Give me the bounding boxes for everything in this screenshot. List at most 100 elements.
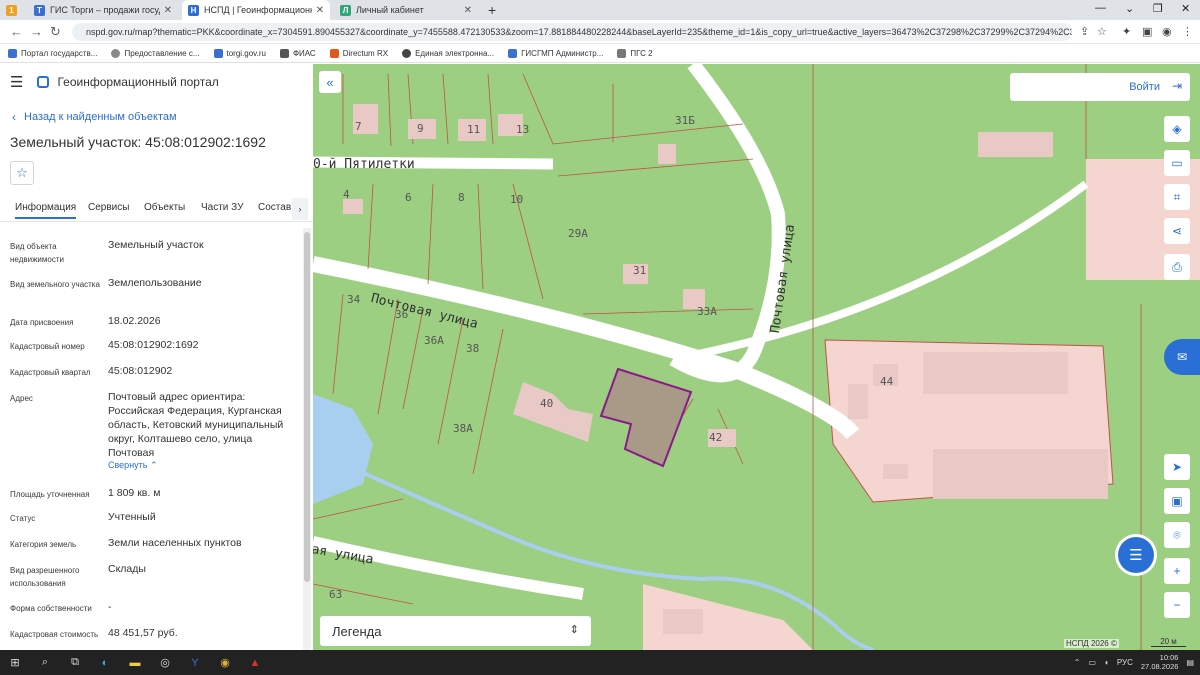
task-view-icon[interactable]: ⧉ (64, 654, 86, 672)
search-on-map-button[interactable]: ⌾ (1164, 522, 1190, 548)
favorite-star-button[interactable]: ☆ (10, 161, 34, 185)
tab-services[interactable]: Сервисы (88, 202, 129, 213)
tab-information[interactable]: Информация (15, 202, 77, 219)
minimize-icon[interactable]: — (1095, 2, 1106, 14)
house-number-label: 31 (633, 264, 647, 277)
tabs-next-button[interactable]: › (292, 198, 308, 220)
share-icon[interactable]: ⇪ (1080, 25, 1089, 38)
edge-icon[interactable]: ◐ (94, 654, 116, 672)
url-field[interactable]: nspd.gov.ru/map?thematic=PKK&coordinate_… (72, 23, 1072, 41)
field-label: Вид разрешенного использования (10, 566, 80, 588)
feedback-side-tab[interactable]: ✉ (1164, 339, 1200, 375)
gosuslugi-icon (8, 48, 17, 58)
bookmark-item[interactable]: Directum RX (329, 48, 389, 58)
scrollbar-thumb[interactable] (304, 232, 310, 582)
field-label: Форма собственности (10, 604, 92, 613)
search-icon[interactable]: ⌕ (34, 654, 56, 672)
yandex-icon[interactable]: Y (184, 654, 206, 672)
hamburger-menu-icon[interactable]: ☰ (10, 73, 23, 91)
gis-torgi-icon: Т (34, 4, 45, 16)
share-icon: ⋖ (1171, 224, 1183, 238)
minus-icon: − (1173, 598, 1181, 612)
tab-composition[interactable]: Состав (258, 202, 291, 213)
house-number-label: 7 (355, 120, 362, 133)
zoom-in-button[interactable]: + (1164, 558, 1190, 584)
extensions-icon[interactable]: ✦ (1122, 25, 1131, 38)
volume-icon[interactable]: ◖ (1104, 658, 1109, 667)
layers-icon: ◈ (1172, 122, 1182, 136)
close-window-icon[interactable]: ✕ (1181, 2, 1190, 15)
bookmark-item[interactable]: Единая электронна... (402, 48, 494, 58)
chevron-down-icon[interactable]: ⌄ (1125, 2, 1134, 15)
close-tab-icon[interactable]: ✕ (164, 5, 172, 16)
new-tab-button[interactable]: + (482, 0, 502, 20)
collapse-panel-button[interactable]: « (319, 71, 341, 93)
close-tab-icon[interactable]: ✕ (464, 5, 472, 16)
measure-button[interactable]: ▭ (1164, 150, 1190, 176)
chevron-up-icon[interactable]: ⌃ (1074, 658, 1081, 667)
back-nav-icon[interactable]: ← (10, 24, 23, 39)
chat-assistant-button[interactable]: ☰ (1118, 537, 1154, 573)
bookmark-star-icon[interactable]: ☆ (1097, 25, 1107, 38)
object-info-panel: ‹ Назад к найденным объектам Земельный у… (0, 100, 313, 650)
select-area-button[interactable]: ⌗ (1164, 184, 1190, 210)
maximize-icon[interactable]: ❐ (1153, 2, 1163, 15)
reload-icon[interactable]: ↻ (50, 24, 61, 40)
forward-nav-icon[interactable]: → (30, 24, 43, 39)
minimap-icon: ▣ (1171, 494, 1183, 508)
bookmark-item[interactable]: Предоставление с... (111, 48, 200, 58)
windows-start-icon[interactable]: ⊞ (4, 654, 26, 672)
bookmark-item[interactable]: ГИСГМП Администр... (508, 48, 603, 58)
close-tab-icon[interactable]: ✕ (316, 5, 324, 16)
file-explorer-icon[interactable]: ▬ (124, 654, 146, 672)
chevron-up-icon: ⌃ (150, 460, 158, 470)
collapse-address-link[interactable]: Свернуть ⌃ (108, 460, 158, 471)
panel-scrollbar[interactable] (303, 228, 311, 650)
back-to-results-link[interactable]: ‹ Назад к найденным объектам (12, 110, 177, 124)
legend-dropdown[interactable]: Легенда ⇕ (320, 616, 591, 646)
field-value: 45:08:012902 (108, 365, 173, 377)
browser-tab-3[interactable]: Л Личный кабинет ✕ (334, 0, 478, 20)
share-button[interactable]: ⋖ (1164, 218, 1190, 244)
bookmark-label: Портал государств... (21, 48, 98, 58)
bookmark-item[interactable]: Портал государств... (8, 48, 98, 58)
layers-button[interactable]: ◈ (1164, 116, 1190, 142)
field-label: Площадь уточненная (10, 490, 90, 499)
geolocate-button[interactable]: ➤ (1164, 454, 1190, 480)
sidepanel-icon[interactable]: ▣ (1142, 25, 1152, 38)
browser-menu-icon[interactable]: ⋮ (1182, 25, 1193, 38)
field-label: Кадастровый квартал (10, 368, 91, 377)
chrome-icon[interactable]: ◉ (214, 654, 236, 672)
house-number-label: 6 (405, 191, 412, 204)
bookmark-item[interactable]: torgi.gov.ru (213, 48, 266, 58)
zoom-out-button[interactable]: − (1164, 592, 1190, 618)
login-button[interactable]: Войти ⇥ (1010, 73, 1190, 101)
tab-menu-icon[interactable]: 1 (0, 0, 22, 20)
bookmark-label: Directum RX (342, 48, 389, 58)
tab-parts[interactable]: Части ЗУ (201, 202, 243, 213)
bookmark-label: ПГС 2 (630, 48, 653, 58)
minimap-button[interactable]: ▣ (1164, 488, 1190, 514)
field-value: Землепользование (108, 277, 202, 289)
house-number-label: 10 (510, 193, 524, 206)
chat-bubble-icon: ✉ (1176, 350, 1188, 364)
browser-tab-2[interactable]: Н НСПД | Геоинформационный п ✕ (182, 0, 330, 20)
profile-icon[interactable]: ◉ (1162, 25, 1172, 38)
print-button[interactable]: ⎙ (1164, 254, 1190, 280)
house-number-label: 11 (467, 123, 481, 136)
browser-tab-1[interactable]: Т ГИС Торги – продажи государс ✕ (28, 0, 178, 20)
field-label: Кадастровая стоимость (10, 630, 99, 639)
language-indicator[interactable]: РУС (1117, 658, 1133, 667)
notifications-icon[interactable]: ▤ (1186, 658, 1194, 667)
clock-time: 10:06 (1159, 653, 1179, 662)
clock-date: 27.08.2026 (1140, 662, 1179, 671)
network-icon[interactable]: ▭ (1088, 658, 1096, 667)
tab-objects[interactable]: Объекты (144, 202, 185, 213)
map-canvas[interactable]: 7 9 11 13 31Б 4 6 8 10 29А 31 33А 34 36 … (313, 64, 1200, 650)
selected-parcel[interactable] (599, 367, 693, 468)
chrome-taskbar-icon[interactable]: ◎ (154, 654, 176, 672)
clock[interactable]: 10:06 27.08.2026 (1141, 653, 1179, 671)
bookmark-item[interactable]: ФИАС (279, 48, 316, 58)
acrobat-icon[interactable]: ▲ (244, 654, 266, 672)
bookmark-item[interactable]: ПГС 2 (617, 48, 653, 58)
